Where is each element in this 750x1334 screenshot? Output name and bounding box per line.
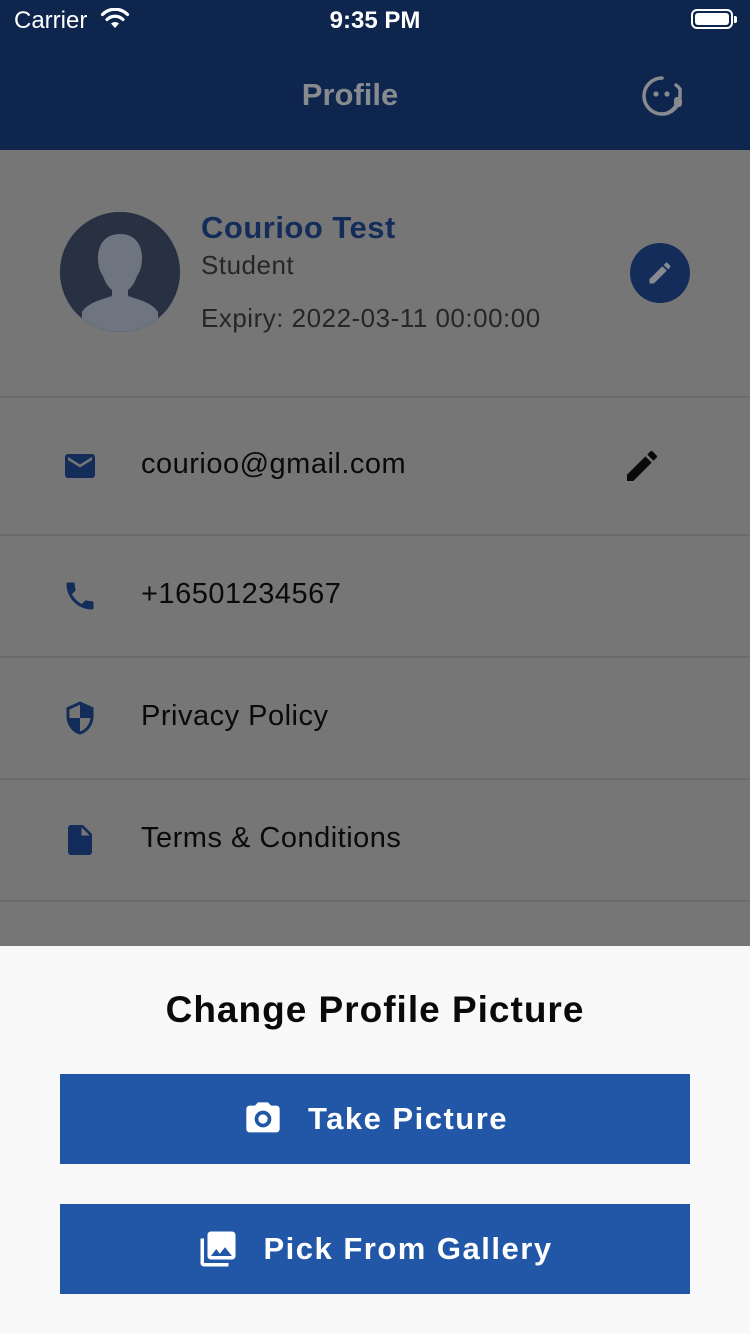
terms-conditions-label: Terms & Conditions (141, 822, 402, 854)
take-picture-button[interactable]: Take Picture (60, 1074, 690, 1164)
camera-icon (246, 1102, 280, 1133)
support-agent-icon[interactable] (638, 72, 686, 120)
avatar[interactable] (60, 212, 180, 332)
battery-icon (691, 9, 737, 29)
email-row[interactable]: courioo@gmail.com (0, 398, 750, 536)
app-bar: Profile (0, 40, 750, 150)
phone-row[interactable]: +16501234567 (0, 536, 750, 658)
profile-header: Courioo Test Student Expiry: 2022-03-11 … (0, 150, 750, 398)
phone-icon (62, 578, 98, 614)
terms-conditions-row[interactable]: Terms & Conditions (0, 780, 750, 902)
shield-icon (62, 700, 98, 736)
email-label: courioo@gmail.com (141, 448, 407, 480)
sheet-title: Change Profile Picture (165, 989, 585, 1030)
phone-label: +16501234567 (141, 578, 342, 610)
privacy-policy-label: Privacy Policy (141, 700, 329, 732)
take-picture-label: Take Picture (307, 1101, 509, 1136)
change-picture-sheet: Change Profile Picture Take Picture Pick… (0, 946, 750, 1334)
gallery-icon (200, 1231, 236, 1267)
pick-from-gallery-button[interactable]: Pick From Gallery (60, 1204, 690, 1294)
edit-profile-button[interactable] (630, 243, 690, 303)
profile-content: Courioo Test Student Expiry: 2022-03-11 … (0, 150, 750, 946)
document-icon (62, 822, 98, 858)
privacy-policy-row[interactable]: Privacy Policy (0, 658, 750, 780)
pencil-icon[interactable] (622, 446, 662, 486)
pencil-icon (649, 262, 671, 284)
profile-name: Courioo Test (201, 210, 396, 245)
profile-expiry: Expiry: 2022-03-11 00:00:00 (201, 303, 541, 333)
pick-from-gallery-label: Pick From Gallery (263, 1231, 553, 1266)
person-silhouette-icon (60, 212, 180, 332)
page-title: Profile (301, 77, 399, 112)
clock: 9:35 PM (329, 7, 421, 34)
email-icon (62, 448, 98, 484)
status-bar: Carrier 9:35 PM (0, 0, 750, 40)
profile-role: Student (201, 250, 295, 280)
